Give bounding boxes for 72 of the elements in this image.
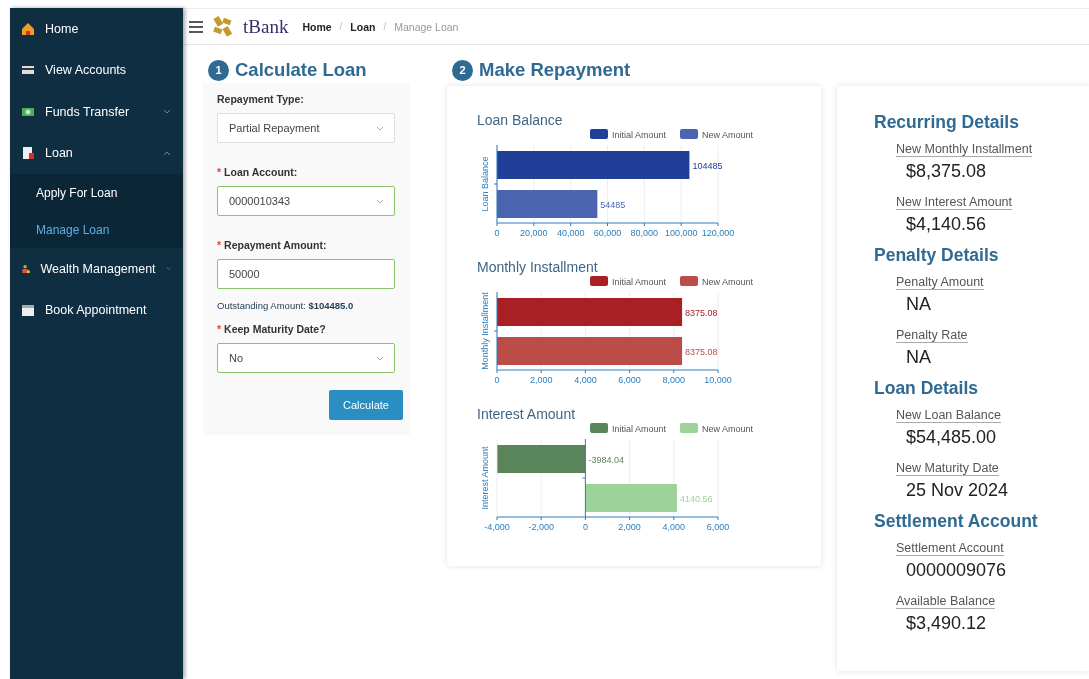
required-mark: * (217, 239, 222, 251)
details-heading: Recurring Details (874, 112, 1020, 133)
detail-label: Available Balance (896, 594, 996, 609)
logo-text: tBank (243, 15, 289, 38)
detail-label: New Interest Amount (896, 195, 1013, 210)
tick-label: 8,000 (662, 375, 686, 385)
chart-title: Monthly Installment (477, 260, 599, 274)
axis-title: Interest Amount (480, 446, 490, 510)
tick-label: 4,000 (574, 375, 597, 385)
axis-title: Monthly Installment (480, 292, 490, 370)
detail-label: Penalty Rate (896, 328, 968, 343)
breadcrumb-separator: / (383, 21, 387, 32)
detail-label: Settlement Account (896, 541, 1004, 556)
detail-value: NA (906, 294, 932, 315)
tick-label: 0 (494, 375, 500, 385)
tick-label: 0 (494, 228, 500, 238)
legend-label: New Amount (702, 130, 754, 140)
detail-label: New Monthly Installment (896, 142, 1033, 157)
tick-label: 60,000 (593, 228, 622, 238)
tick-label: 100,000 (664, 228, 698, 238)
tick-label: -2,000 (528, 522, 554, 532)
details-heading: Settlement Account (874, 511, 1039, 532)
tick-label: 2,000 (529, 375, 553, 385)
chart-title: Interest Amount (477, 407, 577, 421)
section-title: Calculate Loan (235, 59, 367, 81)
data-label: 8375.08 (685, 307, 718, 318)
detail-value: $54,485.00 (906, 427, 998, 448)
data-label: 54485 (600, 199, 626, 210)
tick-label: 6,000 (618, 375, 641, 385)
detail-value: $3,490.12 (906, 613, 988, 634)
detail-value: $4,140.56 (906, 214, 988, 235)
detail-value: 0000009076 (906, 560, 1008, 581)
tick-label: 10,000 (704, 375, 732, 385)
field-label: * Repayment Amount: (217, 239, 328, 251)
axis-title: Loan Balance (480, 156, 490, 212)
section-title: Make Repayment (479, 59, 631, 81)
data-label: -3984.04 (588, 454, 624, 465)
tick-label: 2,000 (618, 522, 641, 532)
legend-label: Initial Amount (612, 277, 667, 287)
detail-label: New Loan Balance (896, 408, 1001, 423)
outstanding-amount: Outstanding Amount: $104485.0 (217, 300, 355, 311)
data-label: 104485 (692, 160, 723, 171)
data-label: 8375.08 (685, 346, 718, 357)
field-label: * Loan Account: (217, 166, 299, 178)
chart-title: Loan Balance (477, 113, 564, 127)
legend-label: New Amount (702, 277, 754, 287)
required-mark: * (217, 166, 222, 178)
tick-label: 6,000 (706, 522, 730, 532)
detail-value: NA (906, 347, 932, 368)
details-heading: Penalty Details (874, 245, 1000, 266)
tick-label: 120,000 (701, 228, 735, 238)
detail-value: $8,375.08 (906, 161, 988, 182)
legend-label: Initial Amount (612, 424, 667, 434)
tick-label: 80,000 (630, 228, 659, 238)
detail-label: Penalty Amount (896, 275, 984, 290)
tick-label: 20,000 (520, 228, 548, 238)
step-number: 2 (452, 59, 473, 81)
tick-label: 40,000 (556, 228, 585, 238)
legend-label: New Amount (702, 424, 754, 434)
detail-label: New Maturity Date (896, 461, 999, 476)
tick-label: -4,000 (484, 522, 510, 532)
legend-label: Initial Amount (612, 130, 667, 140)
step-number: 1 (208, 59, 229, 81)
field-label: * Keep Maturity Date? (217, 323, 327, 335)
required-mark: * (217, 323, 222, 335)
detail-value: 25 Nov 2024 (906, 480, 1010, 501)
details-heading: Loan Details (874, 378, 980, 399)
data-label: 4140.56 (679, 493, 713, 504)
breadcrumb-separator: / (339, 21, 343, 32)
tick-label: 4,000 (662, 522, 686, 532)
tick-label: 0 (582, 522, 588, 532)
field-label: Repayment Type: (217, 93, 305, 105)
